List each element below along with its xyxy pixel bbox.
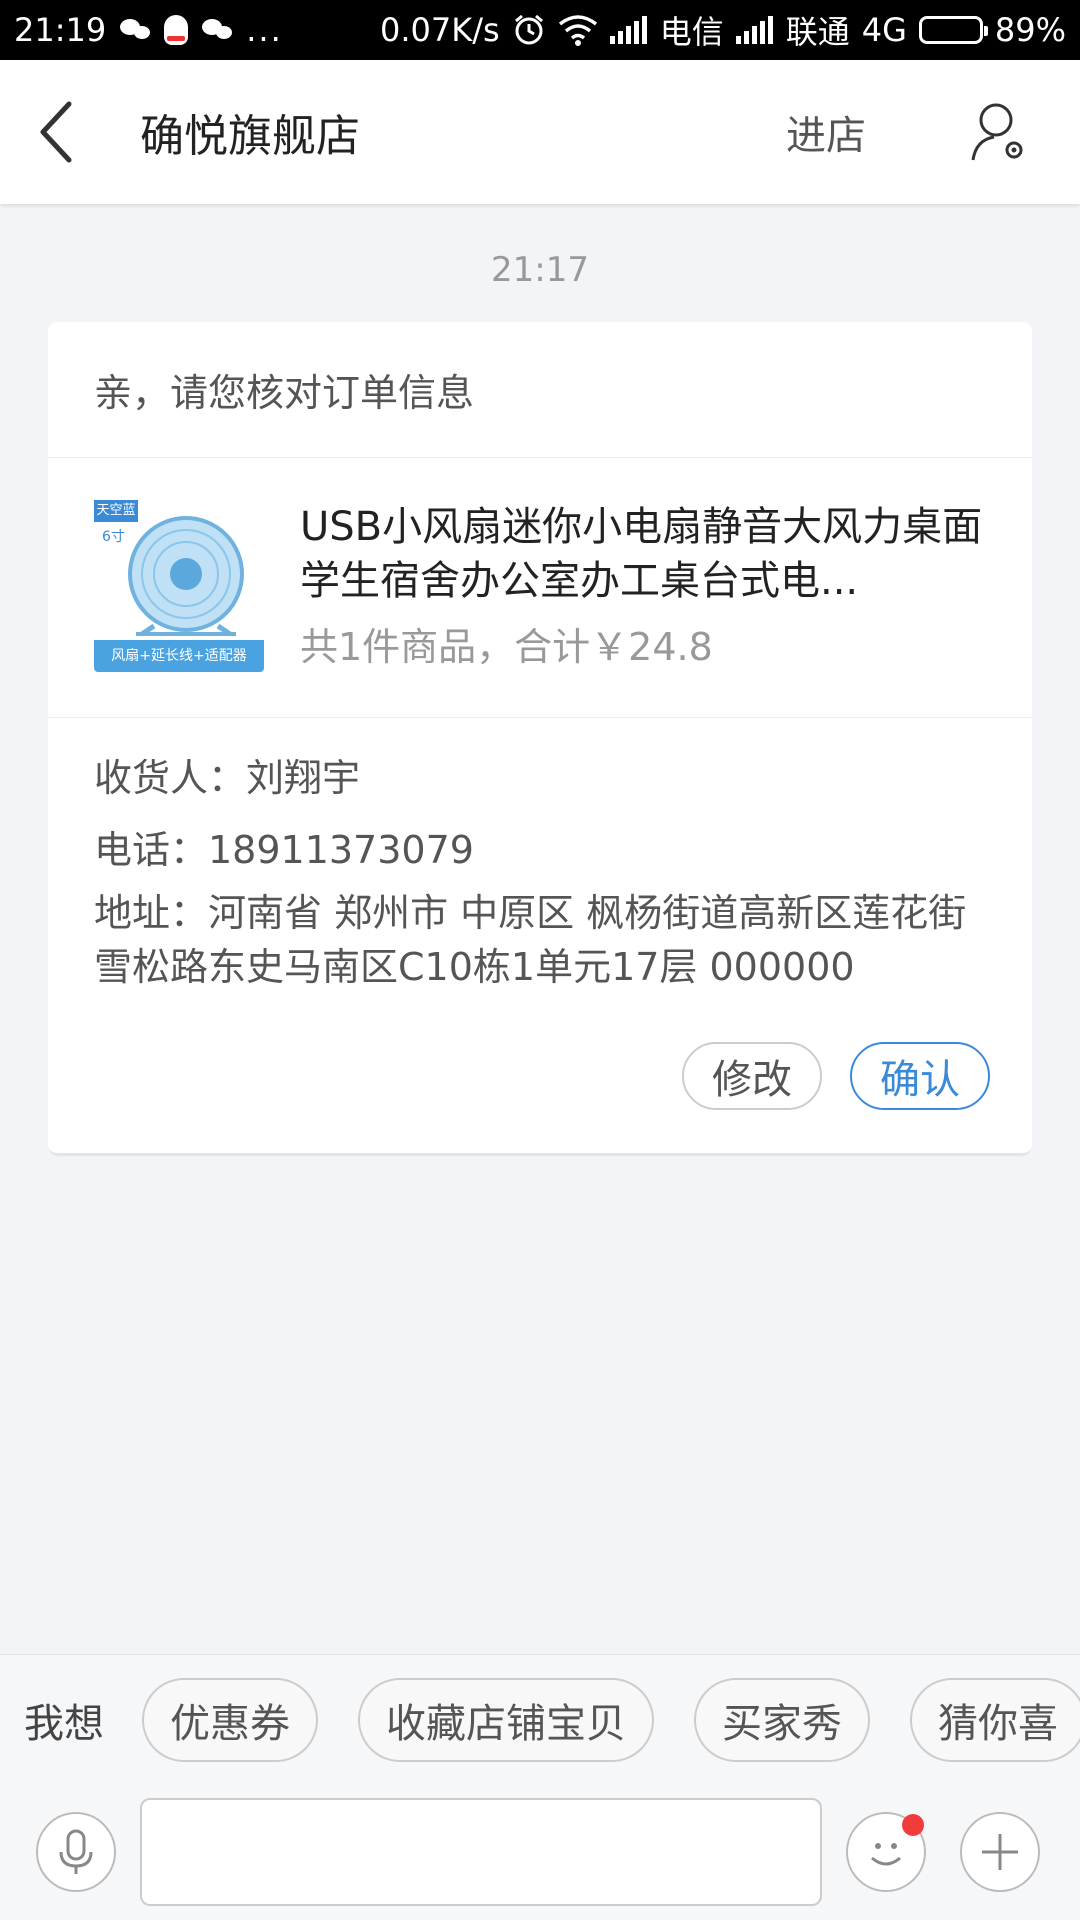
wifi-icon: [558, 15, 597, 46]
product-thumbnail[interactable]: 天空蓝 6寸 风扇+延长线+适配器: [94, 500, 264, 672]
chat-timestamp: 21:17: [491, 250, 589, 290]
notification-dot: [902, 1814, 924, 1836]
signal-icon: [609, 16, 648, 44]
chip-buyer-show[interactable]: 买家秀: [694, 1677, 870, 1762]
nav-bar: 确悦旗舰店 进店: [0, 60, 1080, 204]
status-time: 21:19: [14, 11, 107, 49]
product-name: USB小风扇迷你小电扇静音大风力桌面学生宿舍办公室办工桌台式电...: [300, 504, 983, 604]
user-settings-icon: [971, 103, 1023, 161]
receiver-name: 收货人：刘翔宇: [94, 756, 361, 800]
page-title: 确悦旗舰店: [140, 111, 360, 162]
message-input[interactable]: [140, 1798, 822, 1906]
carrier-1: 电信: [659, 13, 724, 51]
alarm-icon: [514, 14, 543, 45]
shipping-info: 收货人：刘翔宇 电话：18911373079 地址：河南省 郑州市 中原区 枫杨…: [48, 718, 1032, 994]
card-header: 亲，请您核对订单信息: [48, 322, 1032, 458]
input-bar: [0, 1784, 1080, 1920]
user-settings-button[interactable]: [960, 92, 1040, 172]
modify-button[interactable]: 修改: [682, 1042, 822, 1110]
card-actions: 修改 确认: [682, 1042, 990, 1110]
voice-button[interactable]: [36, 1812, 116, 1892]
chip-coupon[interactable]: 优惠券: [142, 1677, 318, 1762]
enter-store-button[interactable]: 进店: [786, 103, 866, 161]
confirm-button[interactable]: 确认: [850, 1042, 990, 1110]
carrier-2: 联通: [785, 13, 850, 51]
product-summary: 共1件商品，合计￥24.8: [300, 625, 713, 669]
net-speed: 0.07K/s: [380, 11, 500, 49]
order-confirmation-card: 亲，请您核对订单信息 天空蓝 6寸 风扇+延长线+适配器 USB小风扇迷你小电扇…: [48, 322, 1032, 1156]
quick-reply-bar: 我想 优惠券 收藏店铺宝贝 买家秀 猜你喜: [0, 1654, 1080, 1784]
chip-favorite-store[interactable]: 收藏店铺宝贝: [358, 1677, 654, 1762]
back-arrow-icon: [40, 101, 72, 163]
network-type: 4G: [861, 11, 907, 49]
back-button[interactable]: [0, 60, 110, 204]
wechat-icon: [120, 17, 151, 43]
chip-recommend[interactable]: 猜你喜: [910, 1677, 1080, 1762]
thumb-banner: 风扇+延长线+适配器: [94, 640, 264, 672]
status-bar: 21:19 ... 0.07K/s 电信 联通 4G 89%: [0, 0, 1080, 60]
battery-icon: [918, 16, 988, 44]
receiver-phone: 电话：18911373079: [94, 828, 474, 872]
wechat-icon: [202, 17, 233, 43]
signal-icon: [735, 16, 774, 44]
quick-reply-label: 我想: [24, 1700, 104, 1747]
product-row[interactable]: 天空蓝 6寸 风扇+延长线+适配器 USB小风扇迷你小电扇静音大风力桌面学生宿舍…: [48, 458, 1032, 718]
shipping-address: 地址：河南省 郑州市 中原区 枫杨街道高新区莲花街雪松路东史马南区C10栋1单元…: [94, 891, 967, 989]
battery-percent: 89%: [994, 11, 1066, 49]
product-info: USB小风扇迷你小电扇静音大风力桌面学生宿舍办公室办工桌台式电... 共1件商品…: [300, 500, 1000, 671]
microphone-icon: [59, 1829, 93, 1874]
more-notifications-icon: ...: [246, 11, 283, 49]
emoji-button[interactable]: [846, 1812, 926, 1892]
qq-icon: [164, 15, 189, 45]
more-button[interactable]: [960, 1812, 1040, 1892]
plus-icon: [982, 1834, 1018, 1870]
